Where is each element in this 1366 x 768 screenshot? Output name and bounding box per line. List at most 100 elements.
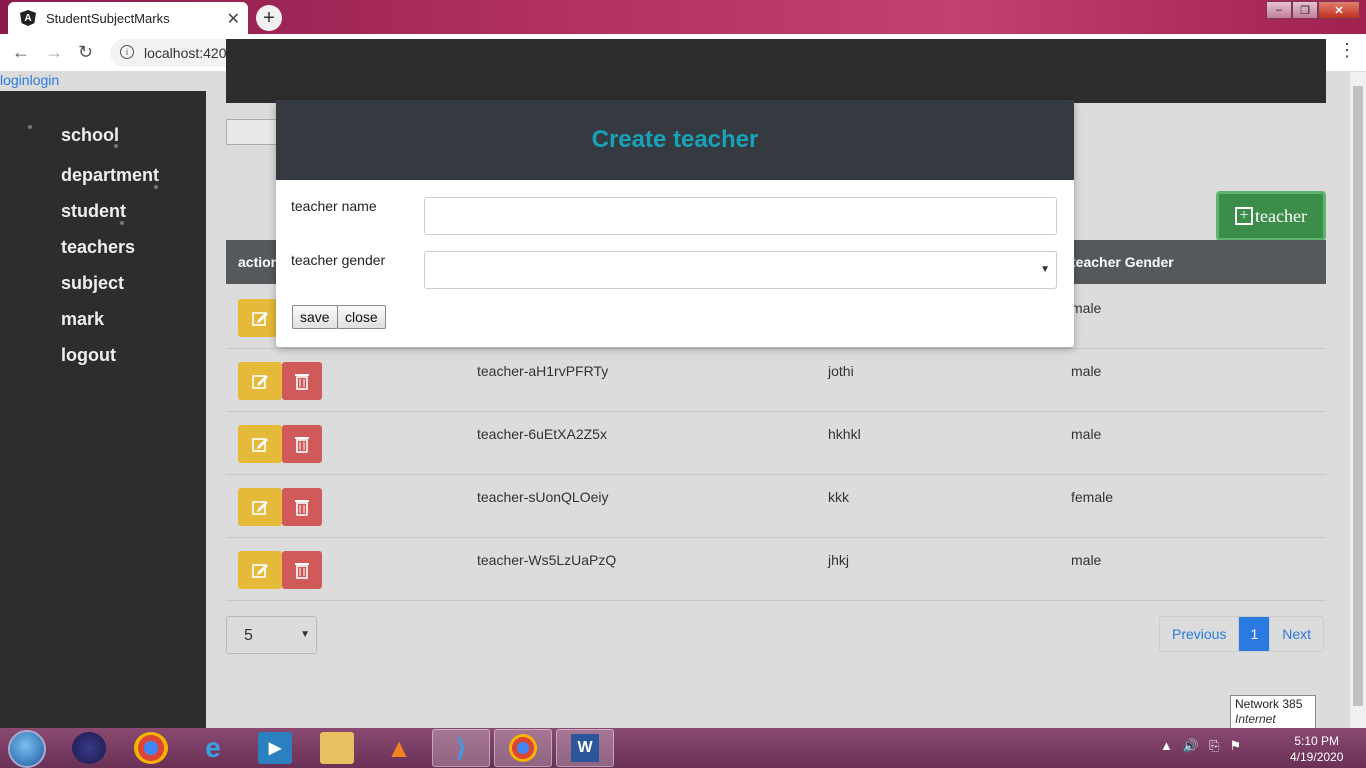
caret-down-icon: ▼ xyxy=(300,629,310,640)
teacher-gender-select[interactable]: ▼ xyxy=(424,251,1057,289)
header-teacher-gender: teacher Gender xyxy=(1071,254,1174,270)
close-button[interactable]: close xyxy=(337,305,386,329)
teacher-gender: male xyxy=(1071,363,1102,379)
network-tooltip-line1: Network 385 xyxy=(1235,697,1303,711)
teacher-id: teacher-aH1rvPFRTy xyxy=(477,363,609,379)
save-button[interactable]: save xyxy=(292,305,338,329)
page-1-button[interactable]: 1 xyxy=(1239,617,1271,651)
teacher-gender: male xyxy=(1071,300,1102,316)
sidebar-item-teachers[interactable]: teachers xyxy=(61,237,135,258)
angular-icon: A xyxy=(20,10,36,26)
edit-icon xyxy=(252,312,268,326)
sidebar-item-student[interactable]: student xyxy=(61,201,126,222)
plus-square-icon: + xyxy=(1235,207,1254,225)
table-row: teacher-aH1rvPFRTy jothi male xyxy=(226,349,1326,412)
next-page-button[interactable]: Next xyxy=(1270,617,1323,651)
network-icon[interactable]: ⎘ xyxy=(1209,738,1219,754)
table-row: teacher-6uEtXA2Z5x hkhkl male xyxy=(226,412,1326,475)
back-arrow-icon[interactable]: ← xyxy=(12,42,30,63)
sidebar-item-mark[interactable]: mark xyxy=(61,309,104,330)
delete-button[interactable] xyxy=(282,362,322,400)
edit-icon xyxy=(252,375,268,389)
info-icon[interactable]: i xyxy=(120,45,134,59)
table-row: teacher-sUonQLOeiy kkk female xyxy=(226,475,1326,538)
browser-tab-bar: A StudentSubjectMarks ✕ + – ❐ ✕ xyxy=(0,0,1366,34)
trash-icon xyxy=(295,437,309,453)
trash-icon xyxy=(295,563,309,579)
header-action: action xyxy=(238,254,280,270)
sidebar-item-school[interactable]: school xyxy=(61,125,119,146)
clock[interactable]: 5:10 PM 4/19/2020 xyxy=(1290,733,1343,765)
trash-icon xyxy=(295,500,309,516)
delete-button[interactable] xyxy=(282,551,322,589)
teacher-id: teacher-6uEtXA2Z5x xyxy=(477,426,607,442)
eclipse-icon[interactable] xyxy=(72,732,106,764)
vscode-icon[interactable]: ⟩ xyxy=(432,729,490,767)
forward-arrow-icon[interactable]: → xyxy=(45,42,63,63)
edit-icon xyxy=(252,564,268,578)
bullet-dot xyxy=(154,185,158,189)
modal-title: Create teacher xyxy=(276,100,1074,180)
system-tray: ▲ 🔊 ⎘ ⚑ xyxy=(1160,738,1241,754)
teacher-id: teacher-Ws5LzUaPzQ xyxy=(477,552,617,568)
sidebar-item-subject[interactable]: subject xyxy=(61,273,124,294)
window-controls: – ❐ ✕ xyxy=(1266,1,1360,19)
network-tooltip: Network 385 Internet access xyxy=(1230,695,1316,741)
table-row: teacher-Ws5LzUaPzQ jhkj male xyxy=(226,538,1326,601)
teacher-gender: male xyxy=(1071,552,1102,568)
page-scrollbar[interactable] xyxy=(1350,72,1366,728)
edit-button[interactable] xyxy=(238,551,282,589)
delete-button[interactable] xyxy=(282,425,322,463)
previous-page-button[interactable]: Previous xyxy=(1160,617,1240,651)
new-tab-button[interactable]: + xyxy=(256,5,282,31)
teacher-name: hkhkl xyxy=(828,426,861,442)
clock-time: 5:10 PM xyxy=(1294,734,1340,748)
edit-icon xyxy=(252,501,268,515)
sidebar-item-department[interactable]: department xyxy=(61,165,159,186)
page-size-select[interactable]: 5 ▼ xyxy=(226,616,317,654)
window-close-button[interactable]: ✕ xyxy=(1318,1,1360,19)
teacher-gender-label: teacher gender xyxy=(291,252,386,268)
teacher-gender: male xyxy=(1071,426,1102,442)
action-center-icon[interactable]: ⚑ xyxy=(1229,738,1241,754)
create-teacher-modal: Create teacher teacher name teacher gend… xyxy=(276,100,1074,347)
edit-button[interactable] xyxy=(238,425,282,463)
teacher-name: jhkj xyxy=(828,552,850,568)
add-teacher-button[interactable]: + teacher xyxy=(1216,191,1326,241)
sidebar-item-logout[interactable]: logout xyxy=(61,345,116,366)
menu-kebab-icon[interactable]: ⋮ xyxy=(1338,40,1356,61)
vlc-icon[interactable]: ▲ xyxy=(382,732,416,764)
clock-date: 4/19/2020 xyxy=(1290,750,1344,764)
caret-down-icon: ▼ xyxy=(1040,264,1050,275)
bullet-dot xyxy=(114,144,118,148)
start-button[interactable] xyxy=(8,730,46,768)
chrome-icon[interactable] xyxy=(134,732,168,764)
maximize-button[interactable]: ❐ xyxy=(1292,1,1318,19)
teacher-name: kkk xyxy=(828,489,849,505)
teacher-name-input[interactable] xyxy=(424,197,1057,235)
edit-icon xyxy=(252,438,268,452)
close-tab-icon[interactable]: ✕ xyxy=(227,9,240,29)
reload-icon[interactable]: ↻ xyxy=(78,42,93,63)
delete-button[interactable] xyxy=(282,488,322,526)
sidebar: school department student teachers subje… xyxy=(0,91,206,728)
add-teacher-label: teacher xyxy=(1255,205,1307,226)
browser-tab[interactable]: A StudentSubjectMarks ✕ xyxy=(8,2,248,34)
tray-arrow-icon[interactable]: ▲ xyxy=(1160,738,1173,754)
tab-title: StudentSubjectMarks xyxy=(46,10,170,26)
internet-explorer-icon[interactable]: e xyxy=(196,732,230,764)
page-header-band xyxy=(226,39,1326,103)
scrollbar-thumb[interactable] xyxy=(1353,86,1363,706)
minimize-button[interactable]: – xyxy=(1266,1,1292,19)
file-explorer-icon[interactable] xyxy=(320,732,354,764)
word-icon[interactable]: W xyxy=(556,729,614,767)
chrome-active-icon[interactable] xyxy=(494,729,552,767)
teacher-gender: female xyxy=(1071,489,1114,505)
edit-button[interactable] xyxy=(238,488,282,526)
volume-icon[interactable]: 🔊 xyxy=(1183,738,1199,754)
edit-button[interactable] xyxy=(238,362,282,400)
login-link[interactable]: loginlogin xyxy=(0,72,59,88)
teacher-name-label: teacher name xyxy=(291,198,377,214)
media-player-icon[interactable]: ▶ xyxy=(258,732,292,764)
bullet-dot xyxy=(120,221,124,225)
